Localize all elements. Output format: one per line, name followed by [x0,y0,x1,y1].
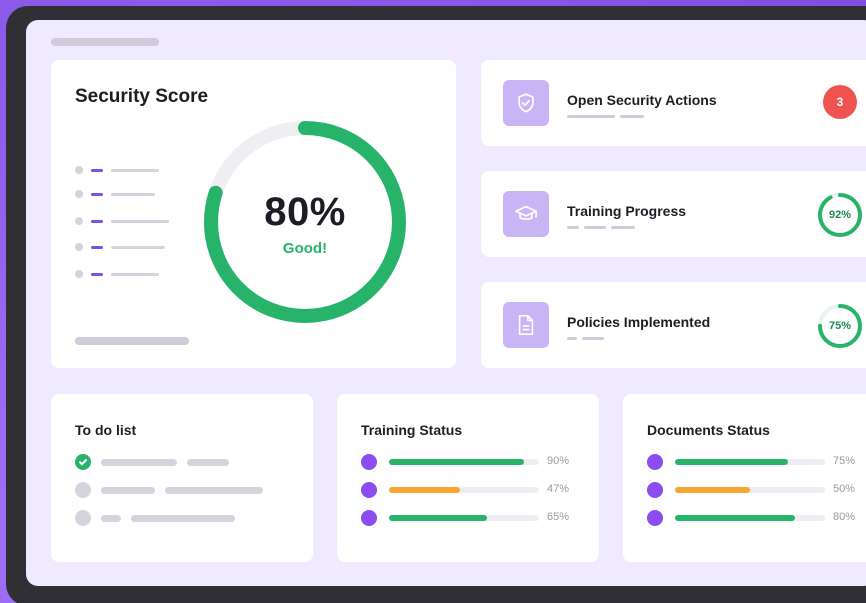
documents-status-row: 75% [647,454,866,470]
open-security-actions-title: Open Security Actions [567,92,717,108]
progress-percent: 65% [547,511,570,523]
subtitle-placeholder [567,115,644,118]
legend-dot [75,270,83,278]
legend-line [111,272,159,276]
legend-line [111,219,169,223]
training-progress-card[interactable]: Training Progress 92% [481,171,866,257]
policies-implemented-card[interactable]: Policies Implemented 75% [481,282,866,368]
progress-percent: 75% [833,455,856,467]
legend-dash [91,245,103,249]
progress-percent: 50% [833,483,856,495]
graduation-cap-icon [503,191,549,237]
legend-dot [75,190,83,198]
unchecked-icon[interactable] [75,510,91,526]
legend-line [111,168,159,172]
legend-dot [75,166,83,174]
legend-dash [91,219,103,223]
training-progress-percent: 92% [828,209,852,221]
legend-item [75,243,165,251]
legend-dot [75,243,83,251]
shield-check-icon [503,80,549,126]
checked-icon[interactable] [75,454,91,470]
progress-fill [389,487,460,493]
open-actions-count-badge: 3 [823,85,857,119]
training-status-title: Training Status [361,422,463,438]
subtitle-placeholder [567,337,604,340]
security-score-card[interactable]: Security Score 80% Good! [51,60,456,368]
training-status-row: 47% [361,482,581,498]
todo-item[interactable] [75,510,235,526]
legend-item [75,190,155,198]
legend-dash [91,192,103,196]
training-status-row: 65% [361,510,581,526]
document-icon [503,302,549,348]
legend-dash [91,168,103,172]
todo-item[interactable] [75,482,263,498]
policies-implemented-title: Policies Implemented [567,314,711,330]
documents-status-row: 80% [647,510,866,526]
training-progress-title: Training Progress [567,203,687,219]
progress-percent: 47% [547,483,570,495]
todo-list-title: To do list [75,422,137,438]
legend-line [111,245,165,249]
legend-line [111,192,155,196]
security-score-status: Good! [282,240,328,257]
security-score-value: 80% [264,190,346,234]
subtitle-placeholder [567,226,635,229]
security-score-title: Security Score [75,86,209,107]
progress-fill [389,515,487,521]
progress-percent: 90% [547,455,570,467]
documents-status-title: Documents Status [647,422,770,438]
legend-item [75,270,159,278]
header-placeholder-bar [51,38,159,46]
open-security-actions-card[interactable]: Open Security Actions 3 [481,60,866,146]
unchecked-icon[interactable] [75,482,91,498]
progress-fill [675,487,750,493]
progress-fill [389,459,524,465]
training-status-card[interactable]: Training Status 90% 47% 65% [337,394,599,562]
documents-status-row: 50% [647,482,866,498]
legend-item [75,166,159,174]
progress-fill [675,515,795,521]
todo-list-card[interactable]: To do list [51,394,313,562]
legend-dash [91,272,103,276]
dashboard-screen: Security Score 80% Good! Open Security A… [26,20,866,586]
todo-item[interactable] [75,454,229,470]
footer-placeholder-bar [75,337,189,345]
training-status-row: 90% [361,454,581,470]
legend-dot [75,217,83,225]
progress-fill [675,459,788,465]
progress-percent: 80% [833,511,856,523]
documents-status-card[interactable]: Documents Status 75% 50% 80% [623,394,866,562]
policies-implemented-percent: 75% [828,320,852,332]
legend-item [75,217,169,225]
